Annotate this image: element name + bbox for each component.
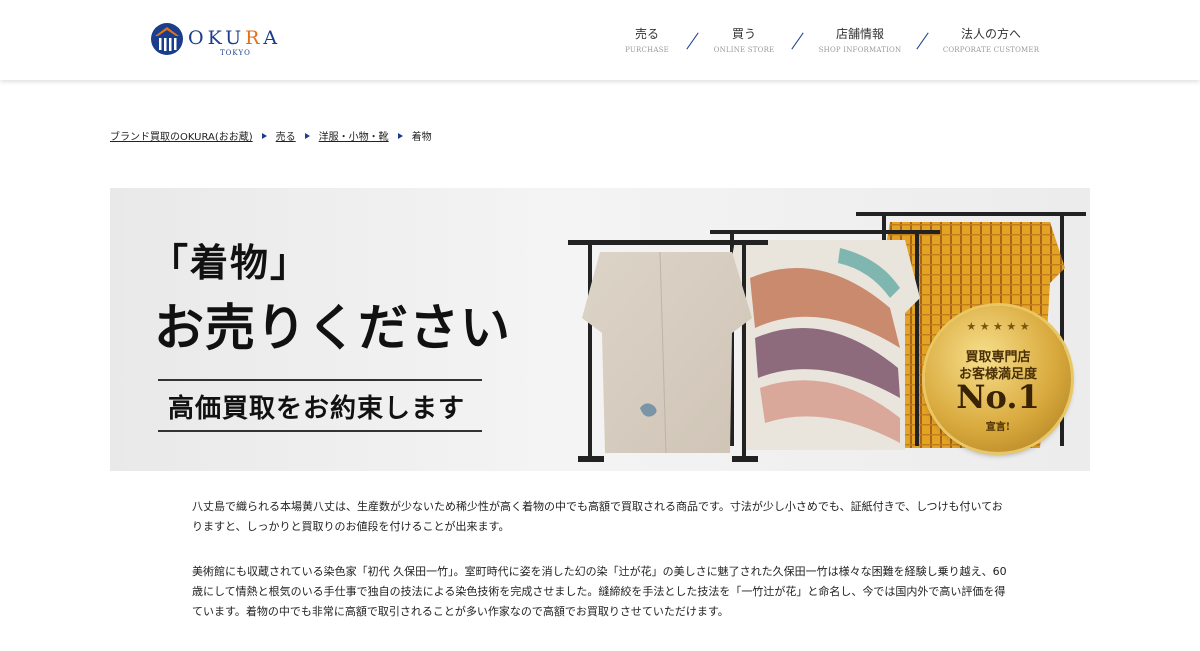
banner-rule — [158, 430, 482, 432]
kimono-banner: 「着物」 お売りください 高価買取をお約束します ★ ★ ★ ★ ★ 買取専門店… — [110, 188, 1090, 471]
site-header: OKURA TOKYO 売る PURCHASE 買う ONLINE STORE … — [0, 0, 1200, 80]
banner-tagline: 高価買取をお約束します — [168, 394, 466, 424]
breadcrumb-sell[interactable]: 売る — [276, 128, 296, 143]
badge-line-4: 宣言! — [985, 422, 1011, 433]
main-nav: 売る PURCHASE 買う ONLINE STORE 店舗情報 SHOP IN… — [0, 26, 1200, 60]
intro-paragraph-kubota-itchiku: 美術館にも収蔵されている染色家「初代 久保田一竹」。室町時代に姿を消した幻の染「… — [192, 565, 1007, 618]
breadcrumb-clothing[interactable]: 洋服・小物・靴 — [319, 128, 389, 143]
satisfaction-no1-badge: ★ ★ ★ ★ ★ 買取専門店 お客様満足度 No.1 宣言! — [925, 306, 1071, 452]
badge-stars-icon: ★ ★ ★ ★ ★ — [966, 320, 1030, 333]
nav-item-purchase[interactable]: 売る PURCHASE — [617, 26, 677, 55]
banner-rule — [158, 379, 482, 381]
nav-divider — [916, 32, 929, 50]
breadcrumb-arrow-icon — [261, 132, 267, 139]
nav-item-shop-information[interactable]: 店舗情報 SHOP INFORMATION — [815, 26, 905, 55]
breadcrumb-current: 着物 — [411, 132, 432, 143]
badge-line-3: No.1 — [956, 378, 1040, 416]
breadcrumb-arrow-icon — [304, 132, 310, 139]
breadcrumb: ブランド買取のOKURA(おお蔵) 売る 洋服・小物・靴 着物 — [110, 128, 432, 143]
nav-item-online-store[interactable]: 買う ONLINE STORE — [708, 26, 780, 55]
nav-item-corporate-customer[interactable]: 法人の方へ CORPORATE CUSTOMER — [940, 26, 1042, 55]
breadcrumb-arrow-icon — [397, 132, 403, 139]
nav-divider — [791, 32, 804, 50]
banner-title-kimono: 「着物」 — [150, 240, 311, 285]
breadcrumb-home[interactable]: ブランド買取のOKURA(おお蔵) — [110, 128, 253, 143]
banner-title-sell: お売りください — [154, 298, 511, 357]
nav-divider — [686, 32, 699, 50]
intro-paragraph-kihachijo: 八丈島で織られる本場黄八丈は、生産数が少ないため稀少性が高く着物の中でも高額で買… — [192, 500, 1003, 533]
